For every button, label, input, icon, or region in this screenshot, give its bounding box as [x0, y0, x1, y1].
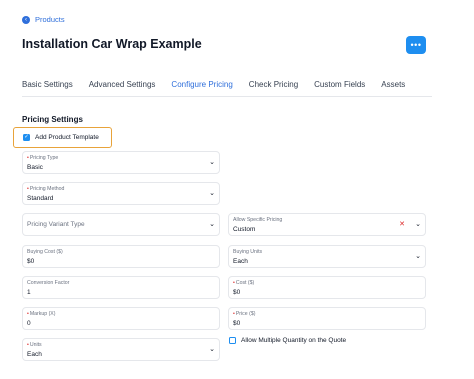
tab-bar: Basic Settings Advanced Settings Configu… [22, 80, 421, 97]
pricing-variant-type-select[interactable]: Pricing Variant Type ⌄ [22, 213, 220, 236]
pricing-method-label: Pricing Method [29, 186, 65, 192]
markup-value: 0 [27, 320, 31, 327]
tab-check-pricing[interactable]: Check Pricing [249, 80, 298, 97]
units-label: Units [29, 342, 42, 348]
markup-label: Markup (X) [29, 311, 56, 317]
add-product-template-checkbox[interactable]: ✓ Add Product Template [13, 127, 112, 148]
clear-icon[interactable]: ✕ [399, 221, 405, 228]
buying-cost-value: $0 [27, 258, 35, 265]
pricing-method-value: Standard [27, 195, 54, 202]
cost-label: Cost ($) [235, 280, 255, 286]
pricing-method-select[interactable]: •Pricing Method Standard ⌄ [22, 182, 220, 205]
required-marker: • [27, 311, 29, 317]
more-options-button[interactable]: ••• [406, 36, 426, 54]
buying-units-select[interactable]: Buying Units Each ⌄ [228, 245, 426, 268]
checkbox-unchecked-icon [229, 337, 236, 344]
back-arrow-icon: ‹ [22, 15, 30, 24]
units-select[interactable]: •Units Each ⌄ [22, 338, 220, 361]
tabs-divider [22, 96, 432, 97]
tab-advanced-settings[interactable]: Advanced Settings [89, 80, 156, 97]
section-title: Pricing Settings [22, 115, 83, 124]
allow-specific-pricing-select[interactable]: Allow Specific Pricing Custom ✕ ⌄ [228, 213, 426, 236]
chevron-down-icon: ⌄ [209, 221, 215, 228]
back-link-label: Products [35, 15, 65, 24]
required-marker: • [233, 280, 235, 286]
tab-assets[interactable]: Assets [381, 80, 405, 97]
pricing-type-select[interactable]: •Pricing Type Basic ⌄ [22, 151, 220, 174]
back-link[interactable]: ‹ Products [22, 15, 65, 24]
allow-specific-pricing-label: Allow Specific Pricing [233, 217, 283, 223]
price-label: Price ($) [235, 311, 256, 317]
conversion-factor-input[interactable]: Conversion Factor 1 [22, 276, 220, 299]
pricing-type-value: Basic [27, 164, 43, 171]
required-marker: • [27, 186, 29, 192]
required-marker: • [27, 155, 29, 161]
pricing-type-label: Pricing Type [29, 155, 59, 161]
chevron-down-icon: ⌄ [415, 253, 421, 260]
chevron-down-icon: ⌄ [209, 190, 215, 197]
tab-custom-fields[interactable]: Custom Fields [314, 80, 365, 97]
tab-configure-pricing[interactable]: Configure Pricing [171, 80, 233, 97]
tab-basic-settings[interactable]: Basic Settings [22, 80, 73, 97]
required-marker: • [27, 342, 29, 348]
chevron-down-icon: ⌄ [415, 221, 421, 228]
buying-cost-label: Buying Cost ($) [27, 249, 63, 255]
add-product-template-label: Add Product Template [35, 134, 99, 141]
chevron-down-icon: ⌄ [209, 159, 215, 166]
allow-multiple-quantity-label: Allow Multiple Quantity on the Quote [241, 337, 347, 344]
more-dots-icon: ••• [410, 40, 422, 50]
price-value: $0 [233, 320, 241, 327]
allow-specific-pricing-value: Custom [233, 226, 256, 233]
checkbox-checked-icon: ✓ [23, 133, 30, 141]
allow-multiple-quantity-checkbox[interactable]: Allow Multiple Quantity on the Quote [229, 337, 346, 344]
required-marker: • [233, 311, 235, 317]
buying-cost-input[interactable]: Buying Cost ($) $0 [22, 245, 220, 268]
page-title: Installation Car Wrap Example [22, 37, 202, 51]
price-input[interactable]: •Price ($) $0 [228, 307, 426, 330]
conversion-factor-label: Conversion Factor [27, 280, 70, 286]
cost-value: $0 [233, 289, 241, 296]
markup-input[interactable]: •Markup (X) 0 [22, 307, 220, 330]
conversion-factor-value: 1 [27, 289, 31, 296]
pricing-variant-type-placeholder: Pricing Variant Type [27, 221, 85, 228]
chevron-down-icon: ⌄ [209, 346, 215, 353]
units-value: Each [27, 351, 42, 358]
buying-units-value: Each [233, 258, 248, 265]
cost-input[interactable]: •Cost ($) $0 [228, 276, 426, 299]
buying-units-label: Buying Units [233, 249, 263, 255]
